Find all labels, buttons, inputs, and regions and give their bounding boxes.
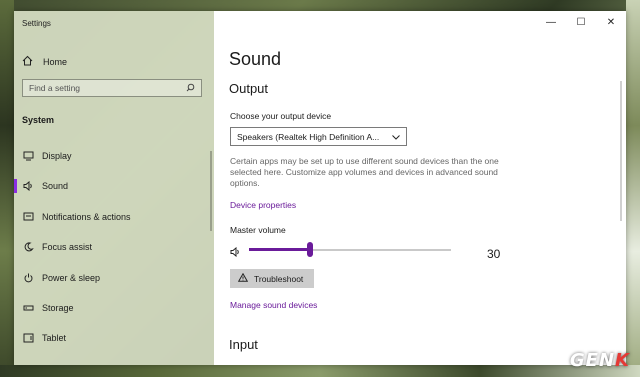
troubleshoot-button[interactable]: Troubleshoot	[230, 269, 314, 288]
sidebar-item-tablet[interactable]: Tablet	[14, 328, 214, 348]
section-header: System	[22, 115, 55, 125]
close-icon: ✕	[606, 16, 616, 28]
moon-icon	[14, 242, 42, 252]
sidebar-item-label: Power & sleep	[42, 273, 101, 283]
sidebar-scrollbar[interactable]	[210, 151, 212, 231]
settings-window: Settings Home Find a setting System Disp…	[14, 11, 626, 365]
input-header: Input	[229, 337, 258, 352]
volume-value: 30	[487, 247, 501, 261]
minimize-icon: —	[546, 16, 556, 28]
minimize-button[interactable]: —	[536, 11, 566, 33]
home-nav[interactable]: Home	[22, 55, 67, 68]
device-properties-link[interactable]: Device properties	[230, 200, 296, 210]
sidebar-item-sound[interactable]: Sound	[14, 176, 214, 196]
power-icon	[14, 273, 42, 283]
sidebar-item-power-sleep[interactable]: Power & sleep	[14, 268, 214, 288]
sidebar-item-label: Sound	[42, 181, 69, 191]
output-device-select[interactable]: Speakers (Realtek High Definition A...	[230, 127, 407, 146]
chevron-down-icon	[392, 132, 400, 142]
sidebar-item-label: Notifications & actions	[42, 212, 131, 222]
volume-speaker-icon[interactable]	[230, 244, 241, 262]
sidebar-item-storage[interactable]: Storage	[14, 298, 214, 318]
watermark-text: GEN	[569, 350, 616, 371]
app-title: Settings	[22, 19, 51, 28]
sidebar-item-label: Storage	[42, 303, 74, 313]
warning-icon	[237, 272, 249, 284]
search-icon	[186, 83, 195, 94]
sidebar-item-display[interactable]: Display	[14, 146, 214, 166]
troubleshoot-label: Troubleshoot	[254, 273, 304, 284]
notifications-icon	[14, 212, 42, 222]
watermark-accent: K	[615, 350, 630, 371]
search-placeholder: Find a setting	[29, 83, 81, 93]
window-controls: — ☐ ✕	[536, 11, 626, 33]
genk-watermark: GENK	[570, 350, 630, 371]
close-button[interactable]: ✕	[596, 11, 626, 33]
search-input[interactable]: Find a setting	[22, 79, 202, 97]
volume-slider-fill	[249, 248, 310, 251]
maximize-icon: ☐	[576, 16, 586, 28]
output-device-value: Speakers (Realtek High Definition A...	[237, 131, 380, 142]
master-volume-row	[230, 241, 510, 259]
main-content: — ☐ ✕ Sound Output Choose your output de…	[214, 11, 626, 365]
wallpaper-left	[0, 0, 14, 377]
home-label: Home	[43, 56, 68, 67]
output-description: Certain apps may be set up to use differ…	[230, 156, 499, 188]
manage-sound-devices-link[interactable]: Manage sound devices	[230, 300, 317, 310]
sidebar: Settings Home Find a setting System Disp…	[14, 11, 214, 365]
master-volume-label: Master volume	[230, 225, 286, 235]
sidebar-item-label: Display	[42, 151, 72, 161]
tablet-icon	[14, 333, 42, 343]
main-scrollbar[interactable]	[620, 81, 622, 221]
maximize-button[interactable]: ☐	[566, 11, 596, 33]
wallpaper-right	[626, 0, 640, 377]
storage-icon	[14, 303, 42, 313]
sidebar-item-notifications[interactable]: Notifications & actions	[14, 207, 214, 227]
output-header: Output	[229, 81, 269, 96]
sidebar-item-label: Focus assist	[42, 242, 93, 252]
wallpaper-bottom	[0, 365, 640, 377]
sidebar-item-focus-assist[interactable]: Focus assist	[14, 237, 214, 257]
sidebar-item-label: Tablet	[42, 333, 67, 343]
speaker-icon	[14, 181, 42, 191]
choose-output-label: Choose your output device	[230, 111, 332, 121]
volume-slider-thumb[interactable]	[306, 242, 313, 257]
home-icon	[22, 55, 33, 68]
display-icon	[14, 151, 42, 161]
page-title: Sound	[229, 49, 282, 69]
